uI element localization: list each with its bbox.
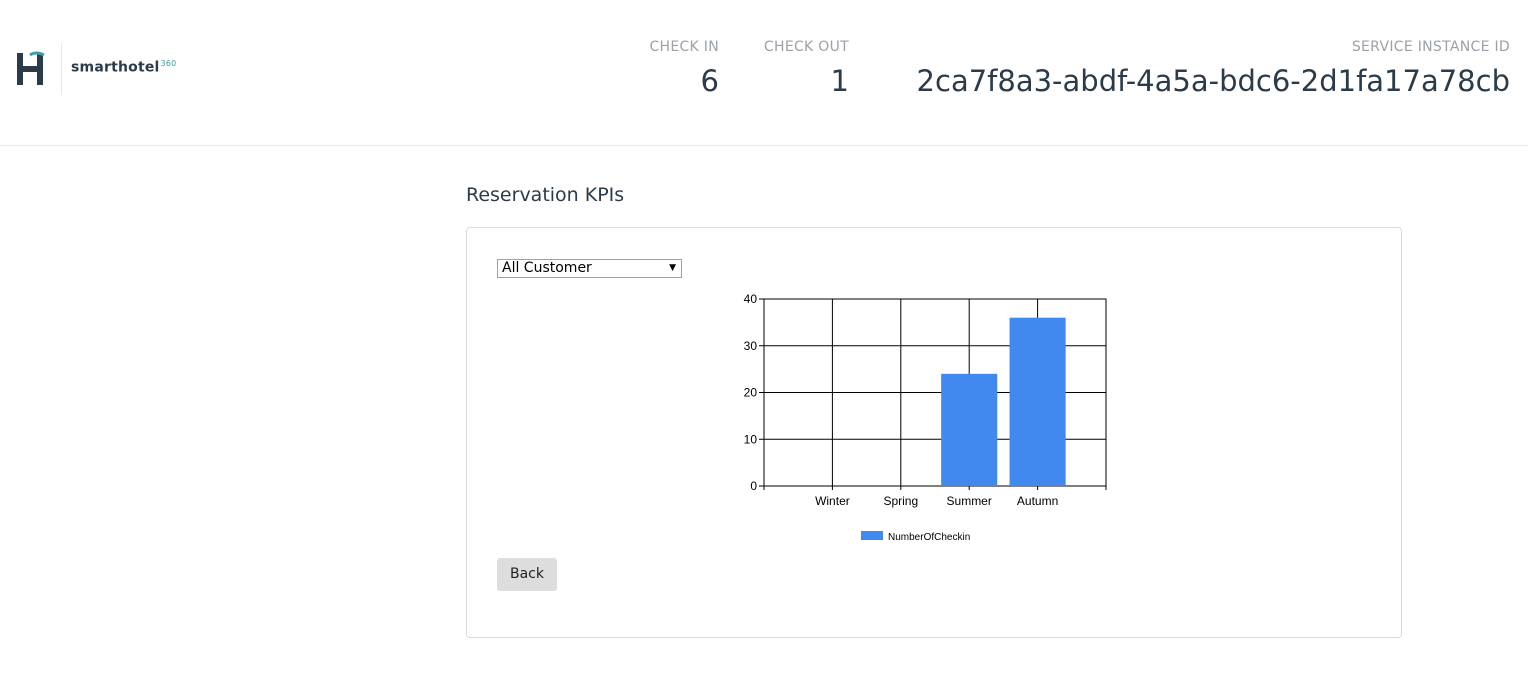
check-out-value: 1	[830, 64, 849, 98]
x-tick-label: Summer	[947, 494, 992, 508]
smarthotel-logo-icon	[17, 51, 45, 85]
brand-name: smarthotel360	[71, 59, 177, 76]
customer-select-value: All Customer	[502, 260, 592, 276]
chevron-down-icon: ▼	[669, 263, 676, 273]
y-tick-label: 20	[744, 386, 758, 400]
back-button[interactable]: Back	[497, 558, 557, 591]
logo-divider	[61, 43, 62, 95]
check-in-value: 6	[700, 64, 719, 98]
brand-superscript: 360	[160, 59, 177, 68]
service-instance-label: SERVICE INSTANCE ID	[1351, 39, 1510, 55]
customer-select[interactable]: All Customer ▼	[497, 259, 682, 278]
y-tick-label: 40	[744, 292, 758, 306]
y-tick-label: 30	[744, 339, 758, 353]
bar-autumn	[1009, 317, 1066, 486]
y-tick-label: 10	[744, 432, 758, 446]
x-tick-label: Spring	[883, 494, 918, 508]
page-title: Reservation KPIs	[466, 184, 625, 206]
service-instance-value: 2ca7f8a3-abdf-4a5a-bdc6-2d1fa17a78cb	[916, 64, 1510, 98]
legend-swatch	[861, 531, 883, 540]
x-tick-label: Winter	[815, 494, 850, 508]
checkin-bar-chart: 0 10 20 30 40 Winter Spring Summer Autumn NumberO…	[744, 292, 1107, 543]
y-tick-label: 0	[750, 479, 757, 493]
bar-summer	[941, 373, 998, 486]
x-tick-label: Autumn	[1017, 494, 1058, 508]
legend-label: NumberOfCheckin	[888, 532, 970, 543]
check-out-label: CHECK OUT	[763, 39, 849, 55]
check-in-label: CHECK IN	[649, 39, 719, 55]
header: smarthotel360 CHECK IN 6 CHECK OUT 1 SER…	[0, 0, 1528, 146]
